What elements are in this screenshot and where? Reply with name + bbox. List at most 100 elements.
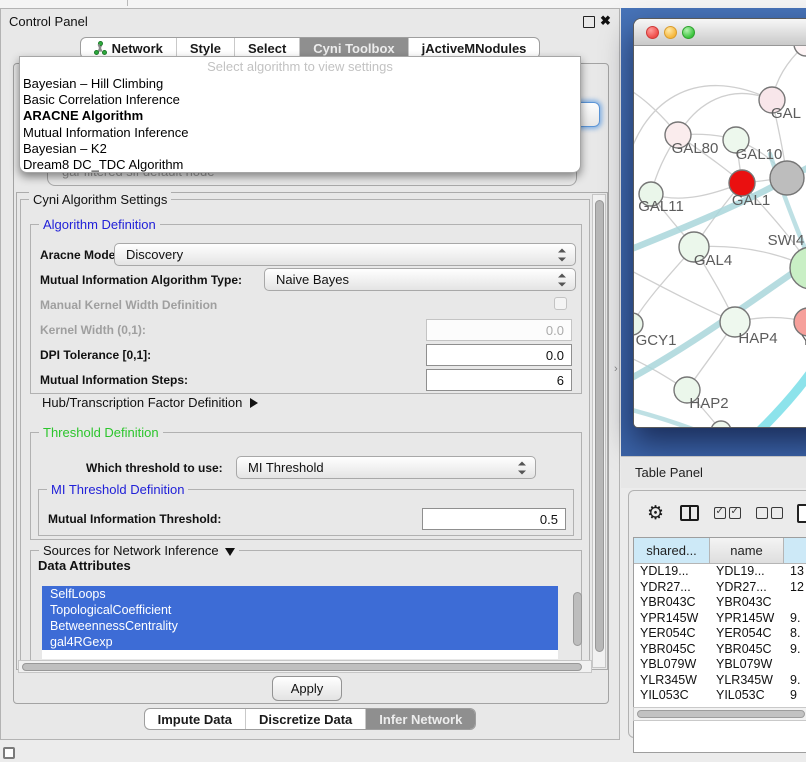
table-cell: YBL079W <box>710 657 784 673</box>
dropdown-item[interactable]: ARACNE Algorithm <box>20 108 580 124</box>
zoom-light-icon[interactable] <box>682 26 695 39</box>
table-row[interactable]: YBL079WYBL079W <box>634 657 806 673</box>
table-row[interactable]: YDL19...YDL19...13 <box>634 564 806 580</box>
mi-steps-label: Mutual Information Steps: <box>40 373 188 387</box>
algorithm-definition-legend: Algorithm Definition <box>39 217 160 232</box>
table-row[interactable]: YER054CYER054C8. <box>634 626 806 642</box>
kernel-width-value: 0.0 <box>546 323 564 338</box>
close-light-icon[interactable] <box>646 26 659 39</box>
minimize-light-icon[interactable] <box>664 26 677 39</box>
scrollbar-thumb[interactable] <box>595 200 604 652</box>
network-edge[interactable] <box>651 183 742 198</box>
scrollbar-thumb[interactable] <box>22 663 582 671</box>
tab-infer-network[interactable]: Infer Network <box>365 709 475 729</box>
table-horizontal-scrollbar[interactable] <box>633 707 806 721</box>
tab-cyni-toolbox[interactable]: Cyni Toolbox <box>299 38 407 58</box>
tab-network[interactable]: Network <box>81 38 176 58</box>
table-cell: 12 <box>784 580 806 596</box>
table-cell: YBR043C <box>710 595 784 611</box>
table-row[interactable]: YIL053CYIL053C9 <box>634 688 806 704</box>
column-header[interactable]: name <box>710 538 784 563</box>
tab-impute-data[interactable]: Impute Data <box>145 709 245 729</box>
kernel-width-label: Kernel Width (0,1): <box>40 323 146 337</box>
node-label: GAL4 <box>694 252 732 269</box>
column-header[interactable]: shared... <box>634 538 710 563</box>
gear-icon[interactable]: ⚙ <box>647 502 664 524</box>
tab-jactivemnodules[interactable]: jActiveMNodules <box>408 38 540 58</box>
dropdown-item[interactable]: Bayesian – K2 <box>20 141 580 157</box>
column-header[interactable]: A <box>784 538 806 563</box>
table-panel-title: Table Panel <box>635 465 703 480</box>
float-icon[interactable] <box>583 16 595 28</box>
apply-button[interactable]: Apply <box>272 676 342 701</box>
dropdown-item[interactable]: Mutual Information Inference <box>20 125 580 141</box>
manual-kernel-label: Manual Kernel Width Definition <box>40 298 217 312</box>
manual-kernel-checkbox[interactable] <box>554 297 567 310</box>
attribute-list-item[interactable]: SelfLoops <box>42 586 558 602</box>
control-panel-window: Control Panel ✖ NetworkStyleSelectCyni T… <box>0 8 620 740</box>
node-label: GAL11 <box>638 198 684 215</box>
bottom-tabs-segmented: Impute DataDiscretize DataInfer Network <box>144 708 477 730</box>
panel-splitter-handle[interactable]: › <box>614 363 618 375</box>
attribute-list-item[interactable]: gal4RGexp <box>42 634 558 650</box>
mi-type-value: Naive Bayes <box>276 272 349 287</box>
stepper-icon <box>518 461 526 474</box>
node-label: GAL80 <box>672 140 719 157</box>
table-cell: YDL19... <box>634 564 710 580</box>
expanded-arrow-icon <box>225 548 235 556</box>
settings-horizontal-scrollbar[interactable] <box>18 660 592 673</box>
split-view-icon[interactable] <box>680 505 699 521</box>
tab-style[interactable]: Style <box>176 38 234 58</box>
settings-vertical-scrollbar[interactable] <box>592 194 606 668</box>
hub-definition-toggle[interactable]: Hub/Transcription Factor Definition <box>42 395 258 410</box>
kernel-width-field[interactable]: 0.0 <box>426 319 572 341</box>
tab-select[interactable]: Select <box>234 38 299 58</box>
network-view-window[interactable]: GALGAL80GAL10GAL1GAL11SWI4GAL4GCY1HAP4YH… <box>633 18 806 428</box>
data-attributes-list[interactable]: SelfLoopsTopologicalCoefficientBetweenne… <box>42 586 558 659</box>
close-icon[interactable]: ✖ <box>600 13 611 29</box>
aracne-mode-combo[interactable]: Discovery <box>114 243 576 266</box>
which-threshold-combo[interactable]: MI Threshold <box>236 456 536 479</box>
network-canvas[interactable]: GALGAL80GAL10GAL1GAL11SWI4GAL4GCY1HAP4YH… <box>634 46 806 428</box>
node-label: GAL1 <box>732 192 770 209</box>
attribute-list-item[interactable]: BetweennessCentrality <box>42 618 558 634</box>
table-cell: YPR145W <box>710 611 784 627</box>
attributes-scrollbar[interactable] <box>573 592 582 646</box>
dpi-tolerance-field[interactable]: 0.0 <box>426 344 572 366</box>
cyni-settings-legend: Cyni Algorithm Settings <box>29 192 171 207</box>
node-label: GAL <box>771 105 801 122</box>
network-node[interactable] <box>790 247 806 289</box>
network-edge[interactable] <box>634 268 735 322</box>
mi-steps-field[interactable]: 6 <box>426 369 572 391</box>
table-cell: YER054C <box>710 626 784 642</box>
table-row[interactable]: YPR145WYPR145W9. <box>634 611 806 627</box>
sources-legend[interactable]: Sources for Network Inference <box>39 543 239 558</box>
table-row[interactable]: YBR043CYBR043C <box>634 595 806 611</box>
bottom-tabbar: Impute DataDiscretize DataInfer Network <box>1 708 619 730</box>
algorithm-dropdown-list: Select algorithm to view settings Bayesi… <box>19 56 581 173</box>
table-cell: YER054C <box>634 626 710 642</box>
unchecked-columns-icon[interactable] <box>756 507 783 519</box>
table-cell <box>784 595 806 611</box>
tab-discretize-data[interactable]: Discretize Data <box>245 709 365 729</box>
network-edge[interactable] <box>750 334 806 428</box>
document-icon[interactable] <box>797 504 806 523</box>
table-cell: YIL053C <box>634 688 710 704</box>
network-node[interactable] <box>770 161 804 195</box>
network-edge[interactable] <box>678 94 772 135</box>
table-row[interactable]: YDR27...YDR27...12 <box>634 580 806 596</box>
table-cell: YBL079W <box>634 657 710 673</box>
table-row[interactable]: YLR345WYLR345W9. <box>634 673 806 689</box>
dropdown-item[interactable]: Dream8 DC_TDC Algorithm <box>20 157 580 173</box>
checked-columns-icon[interactable] <box>714 507 741 519</box>
mi-threshold-label: Mutual Information Threshold: <box>48 512 221 526</box>
scrollbar-thumb[interactable] <box>637 710 805 718</box>
table-row[interactable]: YBR045CYBR045C9. <box>634 642 806 658</box>
mi-type-combo[interactable]: Naive Bayes <box>264 268 576 291</box>
mi-threshold-field[interactable]: 0.5 <box>422 508 566 530</box>
network-icon <box>94 41 107 55</box>
dropdown-item[interactable]: Basic Correlation Inference <box>20 92 580 108</box>
dropdown-item[interactable]: Bayesian – Hill Climbing <box>20 76 580 92</box>
collapsed-panel-icon[interactable] <box>3 747 15 759</box>
attribute-list-item[interactable]: TopologicalCoefficient <box>42 602 558 618</box>
